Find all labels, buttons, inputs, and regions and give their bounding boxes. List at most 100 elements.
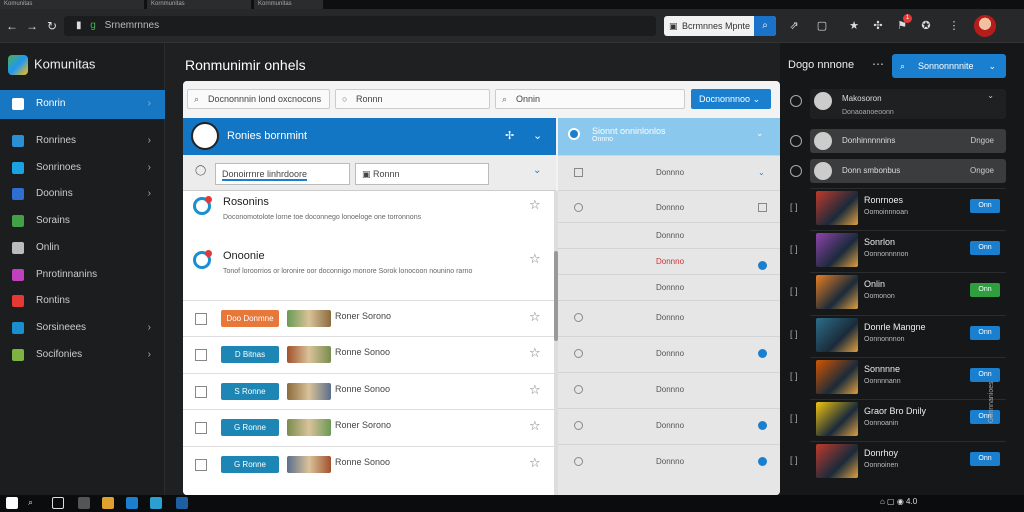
row-radio[interactable] bbox=[574, 385, 583, 394]
chevron-down-icon[interactable]: ⌄ bbox=[756, 128, 764, 139]
game-item[interactable]: Ronrnoes Oomoinnnoan Onn bbox=[810, 188, 1006, 228]
row-radio[interactable] bbox=[574, 313, 583, 322]
table-row[interactable]: Doo Donmne Roner Sorono ☆ bbox=[183, 300, 556, 336]
star-icon[interactable]: ☆ bbox=[529, 309, 541, 325]
game-action-button[interactable]: Onn bbox=[970, 199, 1000, 213]
sidebar-item-5[interactable]: Onlin bbox=[0, 234, 165, 261]
row-tag[interactable]: G Ronne bbox=[221, 419, 279, 437]
tab-2[interactable]: Kornmunitas bbox=[147, 0, 252, 9]
game-item[interactable]: Onlin Oomonon Onn bbox=[810, 272, 1006, 312]
folder-icon[interactable] bbox=[102, 497, 114, 509]
game-item[interactable]: Donrhoy Oonnoinen Onn bbox=[810, 441, 1006, 481]
game-item[interactable]: Donrle Mangne Oonnonnnon Onn bbox=[810, 314, 1006, 355]
tab-3[interactable]: Kornmunitas bbox=[254, 0, 324, 9]
system-tray[interactable]: ⌂ ▢ ◉ 4.0 bbox=[880, 497, 917, 506]
right-action-button[interactable]: ⌕ Sonnonnnnite ⌄ bbox=[892, 54, 1006, 78]
row-checkbox[interactable] bbox=[195, 349, 207, 362]
column-b-header[interactable]: Sionnt onninlonlos Onnno ⌄ bbox=[558, 118, 780, 155]
filter-input-1[interactable]: ⌕ Docnonnnin lond oxcnocons bbox=[187, 89, 330, 109]
row-checkbox[interactable] bbox=[195, 313, 207, 325]
more-icon[interactable]: ⋯ bbox=[872, 57, 884, 71]
sidebar-item-7[interactable]: Rontins bbox=[0, 287, 165, 314]
list-item[interactable]: Donnno bbox=[558, 190, 780, 224]
sidebar-item-3[interactable]: Doonins › bbox=[0, 180, 165, 207]
table-row[interactable]: D Bitnas Ronne Sonoo ☆ bbox=[183, 336, 556, 373]
notification-item[interactable]: Rosonins Doconomotolote lorne toe doconne… bbox=[183, 191, 556, 243]
menu-icon[interactable]: ⋮ bbox=[946, 18, 962, 34]
row-radio[interactable] bbox=[574, 421, 583, 430]
column-a-header[interactable]: Ronies bornmint ✢ ⌄ bbox=[183, 118, 556, 155]
notification-icon[interactable]: ⚑ 1 bbox=[894, 14, 912, 34]
game-action-button[interactable]: Onn bbox=[970, 367, 1000, 382]
star-icon[interactable]: ☆ bbox=[529, 418, 541, 434]
list-item[interactable]: Donnno bbox=[558, 300, 780, 334]
row-radio[interactable] bbox=[574, 168, 583, 177]
reload-icon[interactable]: ↻ bbox=[44, 18, 60, 34]
row-checkbox[interactable] bbox=[195, 458, 207, 471]
search-button[interactable]: ⌕ bbox=[754, 16, 776, 36]
game-action-button[interactable]: Onn bbox=[970, 283, 1000, 298]
chevron-down-icon[interactable]: ⌄ bbox=[533, 165, 541, 176]
sidebar-item-4[interactable]: Sorains bbox=[0, 207, 165, 234]
sidebar-item-2[interactable]: Sonrinoes › bbox=[0, 154, 165, 181]
sub-input-2[interactable]: ▣ Ronnn bbox=[355, 163, 489, 185]
star-icon[interactable]: ☆ bbox=[529, 345, 541, 361]
row-tag[interactable]: D Bitnas bbox=[221, 346, 279, 364]
sidebar-item-9[interactable]: Socifonies › bbox=[0, 341, 165, 368]
avatar[interactable] bbox=[974, 15, 996, 37]
list-item[interactable]: Donnno bbox=[558, 408, 780, 442]
pin-icon[interactable]: ✢ bbox=[505, 118, 514, 155]
row-tag[interactable]: S Ronne bbox=[221, 382, 279, 400]
sidebar-item-1[interactable]: Ronrines › bbox=[0, 127, 165, 154]
game-action-button[interactable]: Onn bbox=[970, 410, 1000, 424]
address-bar[interactable]: ▮ g Srnemrnnes bbox=[64, 16, 656, 36]
list-item[interactable]: Donnno bbox=[558, 444, 780, 478]
game-action-button[interactable]: Onn bbox=[970, 325, 1000, 340]
row-tag[interactable]: Doo Donmne bbox=[221, 310, 279, 327]
sub-input-1[interactable]: Donoirrnre linhrdoore bbox=[215, 163, 350, 185]
row-checkbox[interactable] bbox=[195, 422, 207, 435]
chevron-down-icon[interactable]: ⌄ bbox=[533, 118, 542, 155]
chat-icon[interactable]: ◯ bbox=[195, 165, 206, 176]
notification-item[interactable]: Onoonie Tonof loroorrios or loronire oor … bbox=[183, 245, 556, 297]
game-item[interactable]: Graor Bro Dnily Oonnoanin Onn bbox=[810, 399, 1006, 439]
row-checkbox[interactable] bbox=[195, 385, 207, 398]
puzzle-icon[interactable]: ✣ bbox=[870, 18, 886, 34]
list-item[interactable]: Donnno bbox=[558, 248, 780, 274]
sidebar-item-0[interactable]: Ronrin › bbox=[0, 90, 165, 119]
right-select-1[interactable]: Donhinnnnnins Dngoe bbox=[810, 129, 1006, 153]
list-item[interactable]: Donnno bbox=[558, 372, 780, 406]
search-icon[interactable]: ⌕ bbox=[28, 497, 40, 509]
start-icon[interactable] bbox=[6, 497, 18, 509]
extension-icon[interactable]: ▢ bbox=[814, 18, 830, 34]
game-action-button[interactable]: Onn bbox=[970, 452, 1000, 467]
game-item[interactable]: Sonrlon Oonnonnnnon Onn bbox=[810, 230, 1006, 270]
row-radio[interactable] bbox=[574, 457, 583, 466]
star-icon[interactable]: ★ bbox=[846, 18, 862, 34]
filter-input-2[interactable]: ○ Ronnn bbox=[335, 89, 490, 109]
game-action-button[interactable]: Onn bbox=[970, 241, 1000, 256]
filter-button[interactable]: Docnonnnoo ⌄ bbox=[691, 89, 771, 109]
sidebar-item-8[interactable]: Sorsineees › bbox=[0, 314, 165, 341]
settings-icon[interactable]: ✪ bbox=[918, 18, 934, 34]
app-icon[interactable] bbox=[78, 497, 90, 509]
star-icon[interactable]: ☆ bbox=[529, 251, 541, 267]
star-icon[interactable]: ☆ bbox=[529, 382, 541, 398]
right-select-2[interactable]: Donn smbonbus Ongoe bbox=[810, 159, 1006, 183]
sidebar-item-6[interactable]: Pnrotinnanins bbox=[0, 261, 165, 288]
game-item[interactable]: Sonnnne Oonnnnann Onn bbox=[810, 356, 1006, 397]
browser-icon[interactable] bbox=[176, 497, 188, 509]
back-icon[interactable]: ← bbox=[4, 18, 20, 34]
table-row[interactable]: G Ronne Roner Sorono ☆ bbox=[183, 409, 556, 446]
list-item[interactable]: Donnno ⌄ bbox=[558, 155, 780, 189]
row-tag[interactable]: G Ronne bbox=[221, 455, 279, 473]
list-item[interactable]: Donnno bbox=[558, 222, 780, 248]
row-checkbox[interactable] bbox=[758, 203, 767, 212]
search-box[interactable]: ▣ Bcrmnnes Mpnte ⌕ bbox=[664, 16, 776, 36]
list-item[interactable]: Donnno bbox=[558, 274, 780, 300]
filter-input-3[interactable]: ⌕ Onnin bbox=[495, 89, 685, 109]
chevron-down-icon[interactable]: ⌄ bbox=[758, 156, 765, 190]
row-radio[interactable] bbox=[574, 203, 583, 212]
forward-icon[interactable]: → bbox=[24, 18, 40, 34]
tab-1[interactable]: Komunitas bbox=[0, 0, 145, 9]
